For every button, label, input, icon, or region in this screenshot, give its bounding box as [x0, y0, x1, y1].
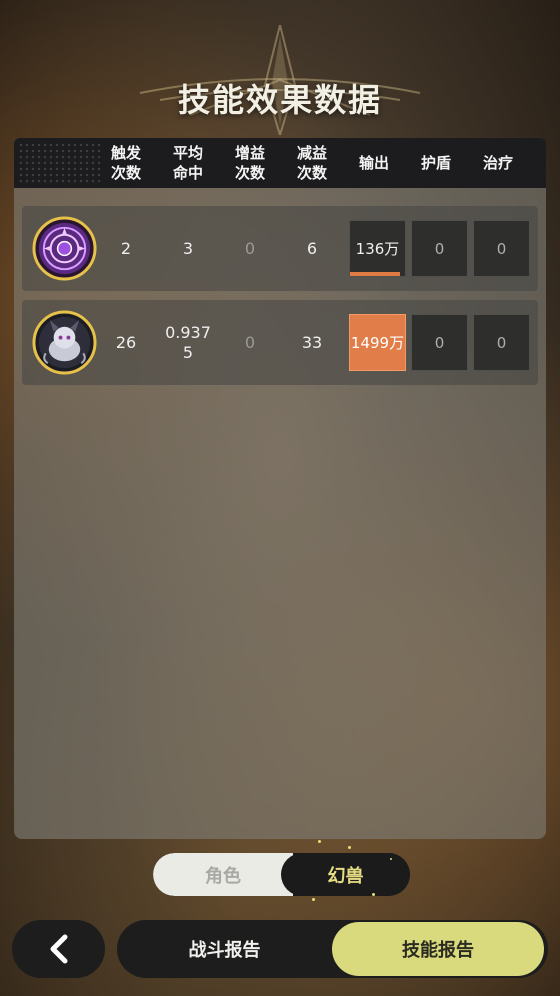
sparkle — [318, 840, 321, 843]
buff-count: 0 — [244, 332, 256, 352]
debuff-count: 33 — [301, 332, 323, 352]
gray-beast-character-icon — [32, 310, 97, 375]
skill-data-panel: 触发 次数 平均 命中 增益 次数 减益 次数 输出 护盾 治疗 2 3 0 6… — [14, 138, 546, 839]
header-avg-hits: 平均 命中 — [172, 144, 203, 182]
header-heal: 治疗 — [482, 154, 513, 172]
damage-bar — [350, 272, 401, 276]
tab-skill-report[interactable]: 技能报告 — [332, 922, 544, 976]
back-button[interactable] — [12, 920, 105, 978]
report-tabs: 战斗报告 技能报告 — [117, 920, 548, 978]
table-row: 26 0.937 5 0 33 1499万 0 0 — [22, 300, 538, 385]
page-title: 技能效果数据 — [177, 81, 382, 119]
heal-value: 0 — [473, 220, 530, 277]
sparkle — [312, 898, 315, 901]
shield-value: 0 — [411, 220, 468, 277]
tab-battle-report[interactable]: 战斗报告 — [117, 920, 332, 978]
damage-label: 136万 — [355, 240, 400, 258]
sparkle — [348, 846, 351, 849]
character-beast-toggle: 角色 幻兽 — [153, 853, 410, 896]
damage-value: 1499万 — [349, 314, 406, 371]
avg-hits: 3 — [182, 238, 194, 258]
chevron-left-icon — [50, 934, 67, 964]
header-trigger-count: 触发 次数 — [110, 144, 141, 182]
trigger-count: 26 — [115, 332, 137, 352]
purple-magic-circle-icon — [32, 216, 97, 281]
trigger-count: 2 — [120, 238, 132, 258]
sparkle — [372, 893, 375, 896]
debuff-count: 6 — [306, 238, 318, 258]
heal-value: 0 — [473, 314, 530, 371]
header-shield: 护盾 — [420, 154, 451, 172]
header-debuff-count: 减益 次数 — [296, 144, 327, 182]
header-buff-count: 增益 次数 — [234, 144, 265, 182]
header-pattern — [18, 142, 102, 184]
toggle-character[interactable]: 角色 — [153, 853, 293, 896]
sparkle — [390, 858, 392, 860]
shield-value: 0 — [411, 314, 468, 371]
buff-count: 0 — [244, 238, 256, 258]
table-row: 2 3 0 6 136万 0 0 — [22, 206, 538, 291]
table-header: 触发 次数 平均 命中 增益 次数 减益 次数 输出 护盾 治疗 — [14, 138, 546, 188]
avg-hits: 0.937 5 — [165, 322, 211, 362]
damage-value: 136万 — [349, 220, 406, 277]
header-damage: 输出 — [358, 154, 389, 172]
damage-label: 1499万 — [350, 334, 405, 352]
